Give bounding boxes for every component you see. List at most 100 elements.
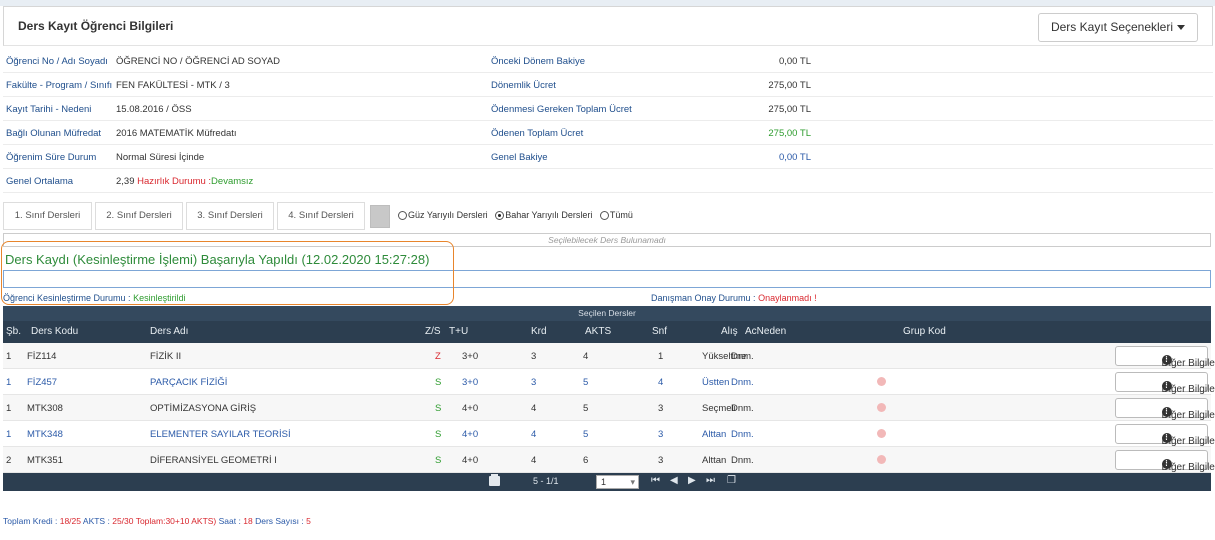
last-page-icon[interactable]: ⏭ [706, 475, 715, 486]
col-code[interactable]: Ders Kodu [31, 326, 78, 337]
radio-fall[interactable]: Güz Yarıyılı Dersleri [398, 210, 488, 220]
row-snf: 3 [658, 403, 664, 414]
page-select[interactable]: 1 [596, 475, 639, 489]
row-alis: Üstten [702, 377, 730, 388]
more-info-button[interactable]: i Diğer Bilgiler [1115, 450, 1215, 473]
table-row[interactable]: 2 MTK351 DİFERANSİYEL GEOMETRİ I S 4+0 4 6 3 Alt… [3, 447, 1215, 473]
page-info: 5 - 1/1 [533, 476, 559, 486]
radio-all[interactable]: Tümü [599, 210, 633, 220]
table-row[interactable]: 1 MTK308 OPTİMİZASYONA GİRİŞ S 4+0 4 5 3 Seçmeli… [3, 395, 1215, 421]
more-info-button[interactable]: i Diğer Bilgiler [1115, 346, 1215, 369]
col-snf[interactable]: Snf [652, 326, 667, 337]
row-krd: 3 [531, 351, 537, 362]
col-acneden[interactable]: AcNeden [745, 326, 786, 337]
tab-placeholder-box[interactable] [370, 205, 390, 228]
col-krd[interactable]: Krd [531, 326, 547, 337]
gpa-value: 2,39 [116, 176, 135, 187]
row-zs: S [435, 455, 442, 466]
gpa-label: Genel Ortalama [6, 176, 74, 187]
tab-class-1[interactable]: 1. Sınıf Dersleri [3, 202, 92, 230]
warning-icon [877, 403, 886, 412]
student-info-panel: Öğrenci No / Adı Soyadı ÖĞRENCİ NO / ÖĞR… [3, 49, 1213, 193]
hours-label: Saat : [218, 516, 241, 526]
row-tu: 4+0 [462, 455, 479, 466]
row-zs: S [435, 403, 442, 414]
col-sb[interactable]: Şb. [6, 326, 21, 337]
semester-filter: Güz Yarıyılı Dersleri Bahar Yarıyılı Der… [398, 210, 638, 220]
row-acneden: Dnm. [731, 377, 754, 388]
row-acneden: Dnm. [731, 429, 754, 440]
tab-class-4[interactable]: 4. Sınıf Dersleri [277, 202, 365, 230]
row-sb: 1 [6, 351, 12, 362]
row-tu: 4+0 [462, 403, 479, 414]
warning-icon [877, 429, 886, 438]
more-info-button[interactable]: i Diğer Bilgiler [1115, 398, 1215, 421]
student-status: Öğrenci Kesinleştirme Durumu : Kesinleşt… [3, 293, 186, 303]
radio-label: Bahar Yarıyılı Dersleri [505, 210, 593, 220]
col-grup[interactable]: Grup Kod [903, 326, 946, 337]
row-code: MTK348 [27, 429, 63, 440]
col-tu[interactable]: T+U [449, 326, 468, 337]
row-snf: 1 [658, 351, 664, 362]
radio-spring[interactable]: Bahar Yarıyılı Dersleri [495, 210, 592, 220]
balance-label: Önceki Dönem Bakiye [491, 56, 585, 67]
advisor-status-label: Danışman Onay Durumu : [651, 293, 756, 303]
col-alis[interactable]: Alış [721, 326, 738, 337]
more-info-button[interactable]: i Diğer Bilgiler [1115, 424, 1215, 447]
table-row[interactable]: 1 MTK348 ELEMENTER SAYILAR TEORİSİ S 4+0 4 5 3 A… [3, 421, 1215, 447]
registration-options-label: Ders Kayıt Seçenekleri [1050, 20, 1174, 34]
course-count-label: Ders Sayısı : [255, 516, 304, 526]
row-name: PARÇACIK FİZİĞİ [150, 377, 228, 388]
balance-value: 275,00 TL [768, 128, 811, 139]
row-sb: 1 [6, 403, 12, 414]
row-name: ELEMENTER SAYILAR TEORİSİ [150, 429, 291, 440]
total-credit-value: 18/25 [59, 516, 81, 526]
next-page-icon[interactable]: ▶ [688, 475, 696, 486]
balance-label: Ödenen Toplam Ücret [491, 128, 584, 139]
prev-page-icon[interactable]: ◀ [670, 475, 678, 486]
course-count-value: 5 [306, 516, 311, 526]
row-snf: 4 [658, 377, 664, 388]
balance-value: 0,00 TL [778, 152, 811, 163]
row-zs: Z [435, 351, 441, 362]
more-info-button[interactable]: i Diğer Bilgiler [1115, 372, 1215, 395]
col-akts[interactable]: AKTS [585, 326, 611, 337]
copy-icon[interactable]: ❐ [727, 475, 736, 486]
info-label: Fakülte - Program / Sınıfı [6, 80, 113, 91]
balance-label: Dönemlik Ücret [491, 80, 556, 91]
hours-value: 18 [243, 516, 253, 526]
table-pager: 5 - 1/1 1 ⏮ ◀ ▶ ⏭ ❐ [3, 473, 1211, 491]
advisor-status-value: Onaylanmadı ! [758, 293, 817, 303]
info-row: Fakülte - Program / Sınıfı FEN FAKÜLTESİ… [3, 73, 1213, 97]
row-name: OPTİMİZASYONA GİRİŞ [150, 403, 257, 414]
radio-icon [599, 211, 609, 220]
balance-value: 275,00 TL [768, 80, 811, 91]
info-row: Kayıt Tarihi - Nedeni 15.08.2016 / ÖSS Ö… [3, 97, 1213, 121]
table-row[interactable]: 1 FİZ457 PARÇACIK FİZİĞİ S 3+0 3 5 4 Üstten Dnm. i… [3, 369, 1215, 395]
col-name[interactable]: Ders Adı [150, 326, 188, 337]
row-acneden: Dnm. [731, 403, 754, 414]
row-krd: 3 [531, 377, 537, 388]
registration-options-button[interactable]: Ders Kayıt Seçenekleri [1038, 13, 1198, 42]
table-body: 1 FİZ114 FİZİK II Z 3+0 3 4 1 Yükseltme Dnm. i Diğe… [3, 343, 1215, 473]
print-icon[interactable] [489, 474, 500, 486]
prep-value: Devamsız [211, 176, 254, 187]
col-zs[interactable]: Z/S [425, 326, 441, 337]
advisor-status: Danışman Onay Durumu : Onaylanmadı ! [651, 293, 817, 303]
tab-class-2[interactable]: 2. Sınıf Dersleri [95, 202, 183, 230]
info-value: 2016 MATEMATİK Müfredatı [116, 128, 237, 139]
status-row: Öğrenci Kesinleştirme Durumu : Kesinleşt… [3, 290, 1211, 306]
row-acneden: Dnm. [731, 351, 754, 362]
tab-class-3[interactable]: 3. Sınıf Dersleri [186, 202, 274, 230]
first-page-icon[interactable]: ⏮ [651, 475, 660, 486]
radio-checked-icon [495, 211, 505, 220]
row-akts: 6 [583, 455, 589, 466]
table-row[interactable]: 1 FİZ114 FİZİK II Z 3+0 3 4 1 Yükseltme Dnm. i Diğe… [3, 343, 1215, 369]
akts-value: 25/30 Toplam:30+10 AKTS) [112, 516, 217, 526]
page-header: Ders Kayıt Öğrenci Bilgileri Ders Kayıt … [3, 6, 1213, 46]
row-akts: 5 [583, 429, 589, 440]
prep-label: Hazırlık Durumu : [137, 176, 212, 187]
row-code: MTK351 [27, 455, 63, 466]
row-alis: Alttan [702, 429, 727, 440]
row-code: MTK308 [27, 403, 63, 414]
